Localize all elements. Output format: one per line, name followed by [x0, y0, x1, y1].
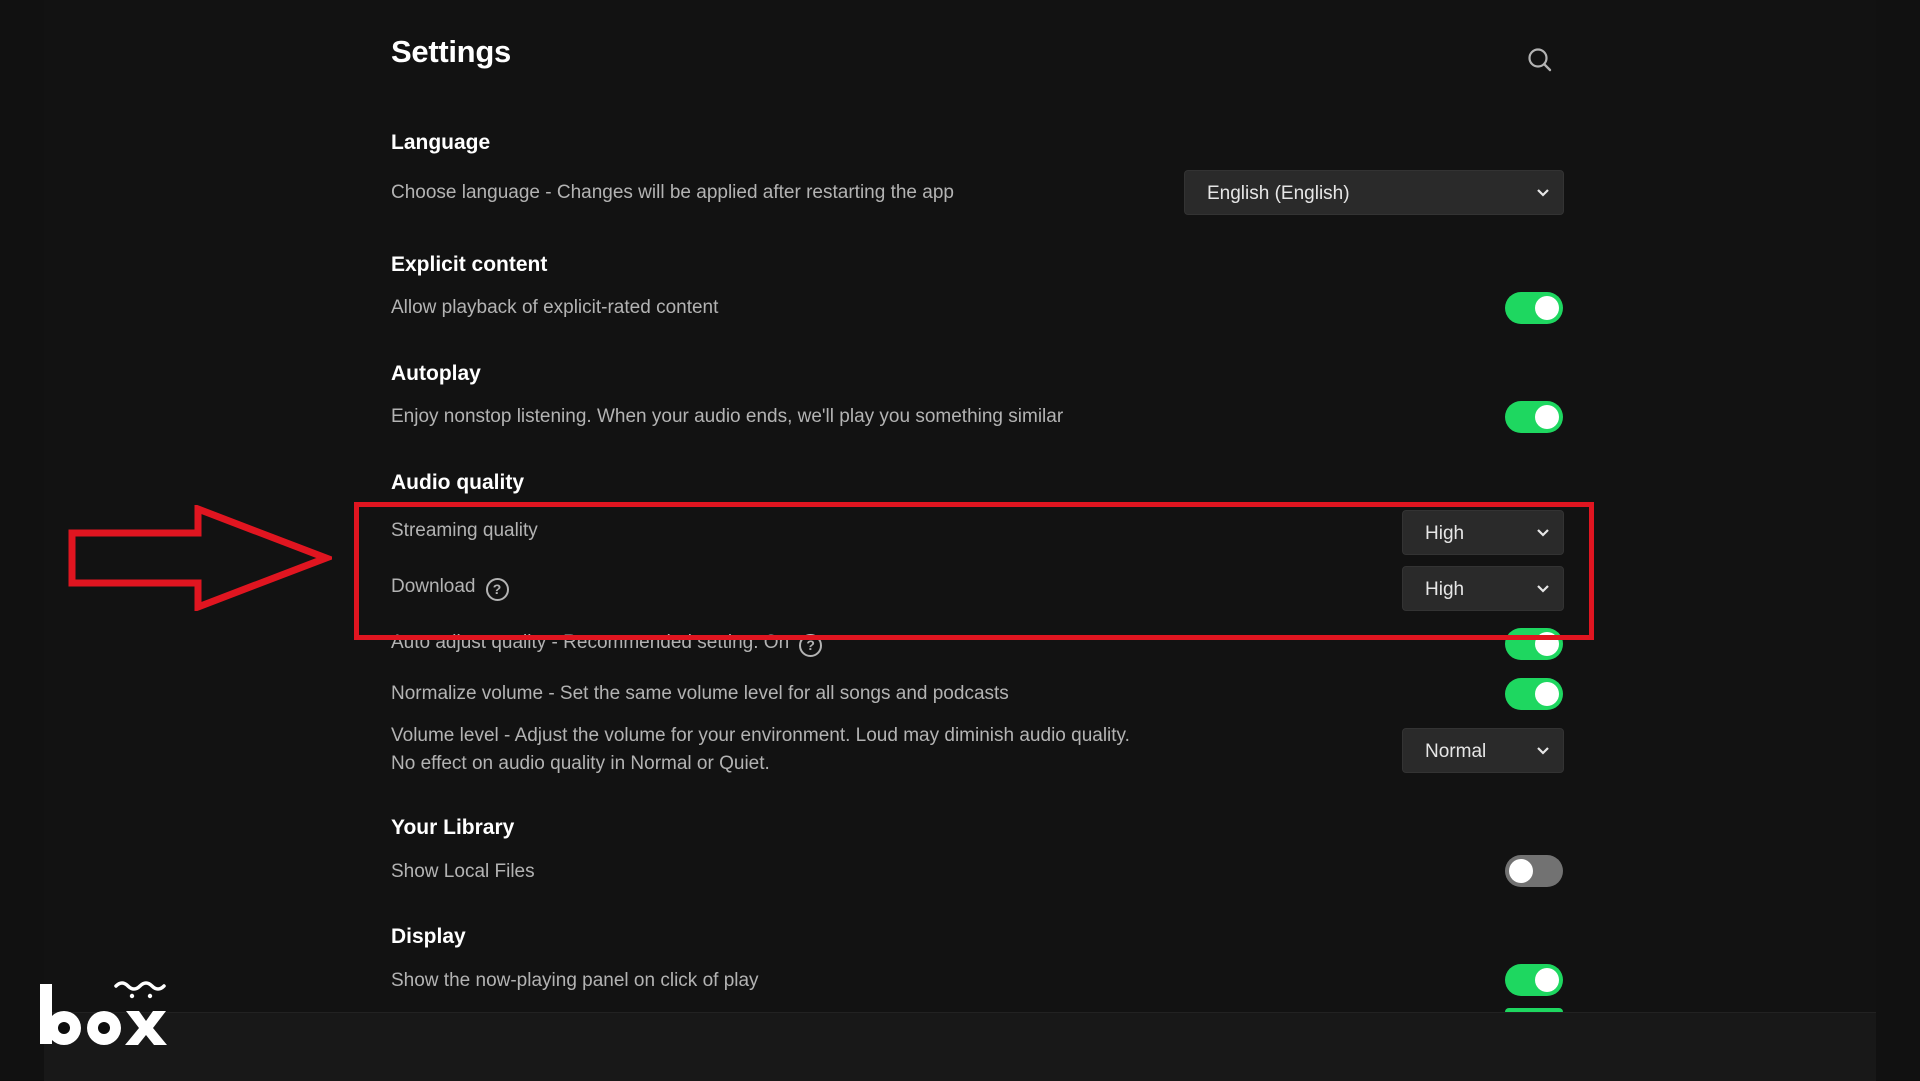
right-edge	[1876, 0, 1920, 1080]
section-title-display: Display	[391, 925, 466, 948]
search-button[interactable]	[1524, 44, 1556, 76]
volume-level-value: Normal	[1425, 741, 1487, 762]
chevron-down-icon	[1537, 747, 1549, 755]
language-select[interactable]: English (English)	[1184, 170, 1564, 215]
local-files-toggle[interactable]	[1505, 855, 1563, 887]
bottom-player-bar	[44, 1012, 1876, 1081]
page-title: Settings	[391, 34, 511, 69]
red-arrow-right	[68, 505, 332, 611]
now-playing-panel-toggle[interactable]	[1505, 964, 1563, 996]
left-edge	[0, 0, 44, 1080]
section-title-explicit: Explicit content	[391, 253, 548, 276]
now-playing-panel-label: Show the now-playing panel on click of p…	[391, 970, 759, 991]
section-title-audio-quality: Audio quality	[391, 471, 524, 494]
toggle-knob	[1535, 296, 1559, 320]
language-label: Choose language - Changes will be applie…	[391, 182, 954, 203]
explicit-toggle[interactable]	[1505, 292, 1563, 324]
highlight-box	[354, 502, 1594, 640]
toggle-knob	[1535, 682, 1559, 706]
section-title-autoplay: Autoplay	[391, 362, 481, 385]
explicit-label: Allow playback of explicit-rated content	[391, 297, 719, 318]
autoplay-label: Enjoy nonstop listening. When your audio…	[391, 406, 1064, 427]
search-icon	[1528, 48, 1552, 72]
autoplay-toggle[interactable]	[1505, 401, 1563, 433]
normalize-volume-toggle[interactable]	[1505, 678, 1563, 710]
box-logo-graphic	[40, 981, 167, 1045]
section-title-language: Language	[391, 131, 491, 154]
volume-level-label: Volume level - Adjust the volume for you…	[391, 725, 1130, 774]
chevron-down-icon	[1537, 189, 1549, 197]
local-files-label: Show Local Files	[391, 861, 535, 882]
volume-level-select[interactable]: Normal	[1402, 728, 1564, 773]
toggle-knob	[1535, 405, 1559, 429]
section-title-your-library: Your Library	[391, 816, 515, 839]
screenshot-stage: Settings Language Choose language - Chan…	[0, 0, 1920, 1081]
language-select-value: English (English)	[1207, 183, 1350, 204]
watermark-logo	[38, 978, 170, 1052]
toggle-knob	[1509, 859, 1533, 883]
toggle-knob	[1535, 968, 1559, 992]
normalize-volume-label: Normalize volume - Set the same volume l…	[391, 683, 1009, 704]
